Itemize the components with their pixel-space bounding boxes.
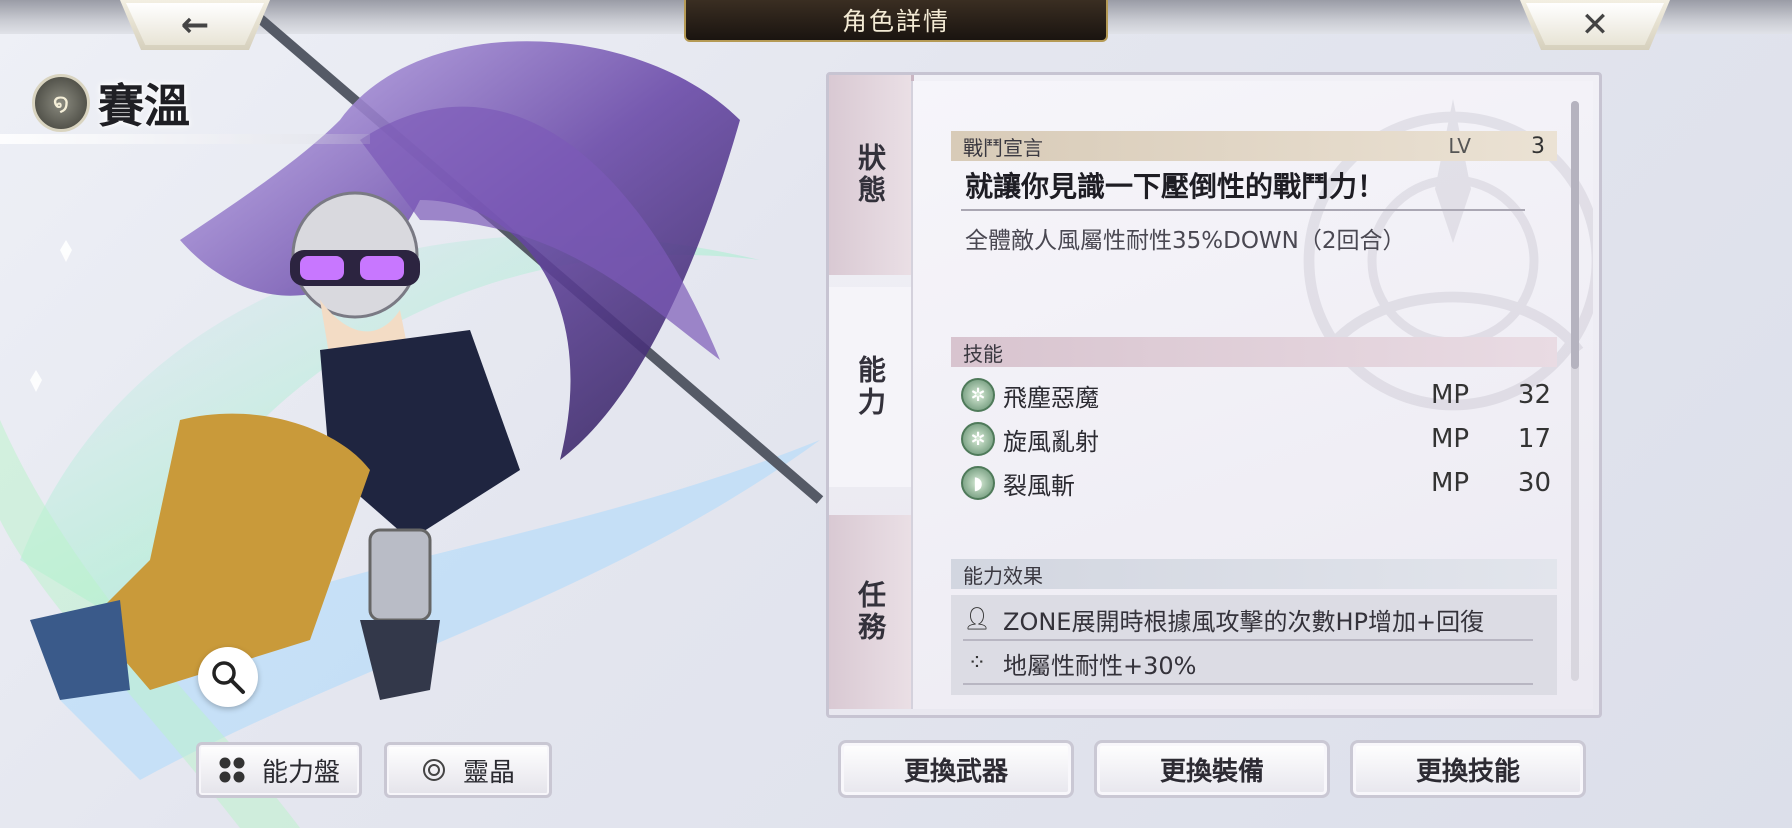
- change-equipment-button[interactable]: 更換裝備: [1094, 740, 1330, 798]
- skill-name: 飛塵惡魔: [1003, 383, 1099, 412]
- skill-name: 裂風斬: [1003, 471, 1075, 500]
- spirit-crystal-label: 靈晶: [462, 757, 515, 788]
- battle-declaration-description: 全體敵人風屬性耐性35%DOWN（2回合）: [965, 228, 1406, 254]
- tab-status[interactable]: 狀態: [829, 75, 914, 275]
- skill-name: 旋風亂射: [1003, 427, 1099, 456]
- detail-panel: 狀態 能力 任務 戰鬥宣言 LV 3 就讓你見識一下壓倒性的戰鬥力！ 全體敵人風…: [826, 72, 1602, 718]
- skill-mp-cost: 32: [1517, 380, 1551, 410]
- skill-mp-label: MP: [1431, 380, 1470, 410]
- tab-ability[interactable]: 能力: [829, 287, 911, 487]
- list-item: 👤︎ ZONE展開時根據風攻擊的次數HP增加+回復: [963, 599, 1533, 641]
- effect-text: 地屬性耐性+30%: [1003, 651, 1197, 680]
- tab-mission-label: 任務: [854, 580, 887, 644]
- battle-declaration-header: 戰鬥宣言 LV 3: [951, 131, 1557, 161]
- character-artwork: ໑ 賽溫: [0, 0, 860, 828]
- wind-element-icon: ໑: [32, 74, 90, 132]
- change-skill-button[interactable]: 更換技能: [1350, 740, 1586, 798]
- back-arrow-icon: ←: [180, 5, 210, 45]
- level-value: 3: [1531, 133, 1545, 159]
- tab-ability-label: 能力: [854, 355, 887, 419]
- battle-declaration-title: 戰鬥宣言: [963, 135, 1043, 160]
- spirit-crystal-button[interactable]: 靈晶: [384, 742, 552, 798]
- grid-icon: ⁘: [967, 650, 987, 676]
- scrollbar[interactable]: [1571, 101, 1579, 681]
- slash-skill-icon: ◗: [961, 466, 995, 500]
- effect-text: ZONE展開時根據風攻擊的次數HP增加+回復: [1003, 607, 1485, 636]
- ability-effects-header: 能力效果: [951, 559, 1557, 589]
- zoom-button[interactable]: [198, 647, 258, 707]
- skills-header: 技能: [951, 337, 1557, 367]
- list-item: ⁘ 地屬性耐性+30%: [963, 643, 1533, 685]
- person-icon: 👤︎: [963, 606, 991, 632]
- change-weapon-button[interactable]: 更換武器: [838, 740, 1074, 798]
- tab-mission[interactable]: 任務: [829, 515, 914, 709]
- skill-mp-label: MP: [1431, 468, 1470, 498]
- skill-mp-cost: 30: [1517, 468, 1551, 498]
- ability-board-label: 能力盤: [261, 757, 340, 788]
- level-label: LV: [1448, 134, 1471, 158]
- back-button[interactable]: ←: [120, 0, 270, 50]
- wind-skill-icon: ✲: [961, 378, 995, 412]
- grid-icon: [219, 757, 245, 783]
- tab-status-label: 狀態: [854, 143, 887, 207]
- level-indicator: LV 3: [1448, 131, 1545, 161]
- skill-row[interactable]: ✲ 旋風亂射 MP 17: [961, 419, 1551, 459]
- skill-mp-label: MP: [1431, 424, 1470, 454]
- divider: [961, 209, 1525, 211]
- crystal-icon: [422, 759, 445, 781]
- page-title: 角色詳情: [684, 0, 1108, 42]
- character-name-block: ໑ 賽溫: [32, 70, 190, 136]
- magnifier-icon: [212, 661, 245, 694]
- wind-skill-icon: ✲: [961, 422, 995, 456]
- ability-board-button[interactable]: 能力盤: [196, 742, 362, 798]
- skill-mp-cost: 17: [1517, 424, 1551, 454]
- ability-content: 戰鬥宣言 LV 3 就讓你見識一下壓倒性的戰鬥力！ 全體敵人風屬性耐性35%DO…: [911, 81, 1593, 709]
- skill-row[interactable]: ✲ 飛塵惡魔 MP 32: [961, 375, 1551, 415]
- ability-effects-list: 👤︎ ZONE展開時根據風攻擊的次數HP增加+回復 ⁘ 地屬性耐性+30%: [951, 595, 1557, 695]
- close-button[interactable]: ✕: [1520, 0, 1670, 50]
- scrollbar-thumb[interactable]: [1571, 101, 1579, 369]
- close-icon: ✕: [1580, 5, 1610, 45]
- skill-row[interactable]: ◗ 裂風斬 MP 30: [961, 463, 1551, 503]
- battle-declaration-line: 就讓你見識一下壓倒性的戰鬥力！: [965, 170, 1386, 203]
- character-name: 賽溫: [98, 79, 190, 133]
